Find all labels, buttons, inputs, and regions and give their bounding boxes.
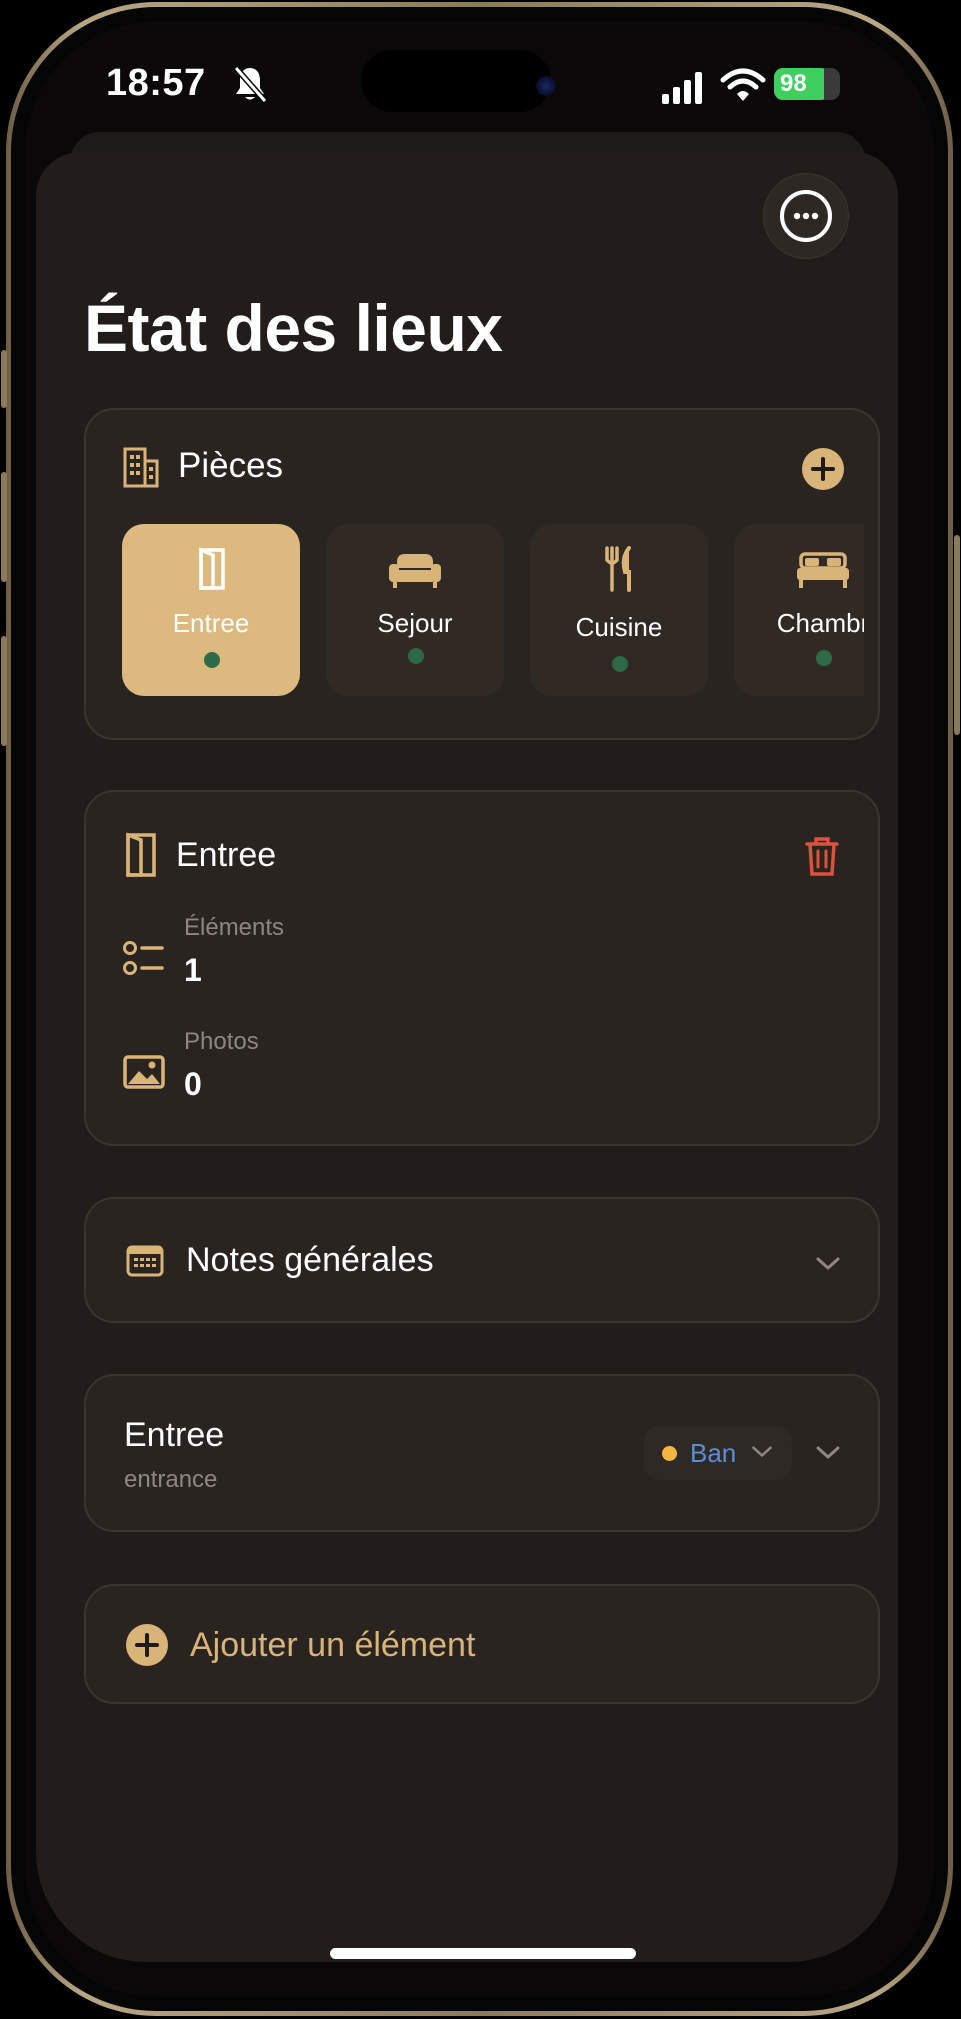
room-detail-title: Entree xyxy=(176,836,277,874)
page-title: État des lieux xyxy=(84,291,503,365)
photo-icon xyxy=(123,1055,165,1089)
room-tile-sejour[interactable]: Sejour xyxy=(326,524,504,696)
chevron-down-icon[interactable] xyxy=(814,1444,842,1462)
add-room-button[interactable] xyxy=(802,448,844,490)
room-tile-cuisine[interactable]: Cuisine xyxy=(530,524,708,696)
room-status-dot xyxy=(816,650,832,666)
photos-count: 0 xyxy=(184,1066,202,1102)
rooms-card: Pièces Entree Sejour Cuisine Chambr xyxy=(84,408,880,740)
action-button xyxy=(1,350,7,408)
status-time: 18:57 xyxy=(106,62,206,104)
room-detail-card: Entree Éléments 1 Photos 0 xyxy=(84,790,880,1146)
condition-dot xyxy=(662,1446,677,1461)
sofa-icon xyxy=(389,554,441,588)
list-bullet-icon xyxy=(123,941,164,975)
door-icon xyxy=(126,832,156,877)
room-tile-label: Cuisine xyxy=(575,612,663,642)
trash-icon[interactable] xyxy=(802,834,842,878)
bed-icon xyxy=(797,552,849,588)
volume-down-button xyxy=(1,636,7,746)
elements-count: 1 xyxy=(184,952,202,988)
general-notes-title: Notes générales xyxy=(186,1241,434,1279)
general-notes-card[interactable]: Notes générales xyxy=(84,1197,880,1323)
volume-up-button xyxy=(1,472,7,582)
room-tile-label: Chambr xyxy=(776,608,864,638)
dynamic-island xyxy=(361,50,551,112)
camera-icon xyxy=(536,76,556,96)
battery-icon xyxy=(824,68,840,100)
room-tiles-scroller[interactable]: Entree Sejour Cuisine Chambr xyxy=(122,524,864,702)
chevron-down-icon xyxy=(752,1446,772,1457)
cellular-signal-icon xyxy=(662,72,702,104)
room-tile-label: Entree xyxy=(172,608,250,638)
condition-picker[interactable]: Ban xyxy=(644,1426,792,1480)
element-subtitle: entrance xyxy=(124,1466,218,1493)
element-card[interactable]: Entree entrance Ban xyxy=(84,1374,880,1532)
room-tile-chambre[interactable]: Chambr xyxy=(734,524,864,696)
plus-circle-icon xyxy=(811,457,835,481)
building-icon xyxy=(123,447,159,488)
rooms-section-title: Pièces xyxy=(178,446,284,485)
room-status-dot xyxy=(408,648,424,664)
ellipsis-circle-icon xyxy=(780,190,832,242)
chevron-down-icon[interactable] xyxy=(814,1255,842,1273)
condition-label: Ban xyxy=(690,1438,737,1468)
room-tile-entree[interactable]: Entree xyxy=(122,524,300,696)
bell-slash-icon xyxy=(233,66,268,103)
fork-knife-icon xyxy=(605,546,631,592)
plus-circle-icon xyxy=(126,1624,168,1666)
room-status-dot xyxy=(204,652,220,668)
home-indicator[interactable] xyxy=(330,1948,636,1959)
keyboard-icon xyxy=(126,1245,164,1277)
add-element-button[interactable]: Ajouter un élément xyxy=(84,1584,880,1704)
room-tile-label: Sejour xyxy=(377,608,453,638)
battery-level: 98 xyxy=(774,68,830,100)
photos-label: Photos xyxy=(184,1028,259,1055)
room-status-dot xyxy=(612,656,628,672)
door-icon xyxy=(199,547,225,590)
elements-label: Éléments xyxy=(184,914,285,941)
add-element-label: Ajouter un élément xyxy=(190,1626,476,1664)
element-title: Entree xyxy=(124,1416,225,1454)
power-button xyxy=(954,535,960,735)
more-options-button[interactable] xyxy=(763,173,849,259)
wifi-icon xyxy=(720,68,766,101)
